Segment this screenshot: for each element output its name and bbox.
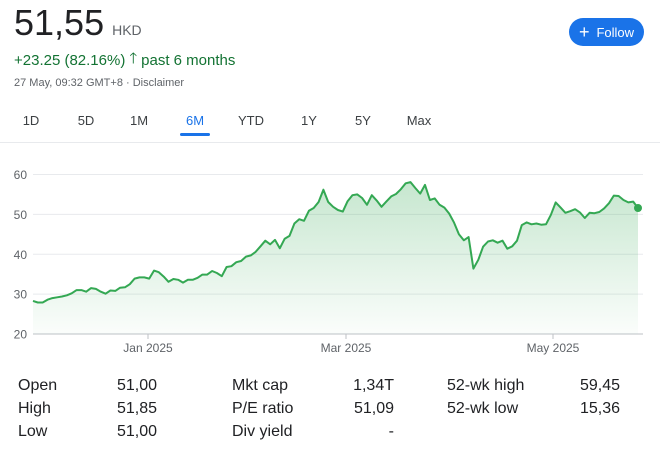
- stat-value-p-e-ratio: 51,09: [353, 400, 394, 417]
- stat-value-open: 51,00: [116, 377, 157, 394]
- change-period: past 6 months: [141, 52, 236, 69]
- tab-6m[interactable]: 6M: [180, 111, 210, 137]
- disclaimer-link[interactable]: Disclaimer: [133, 77, 184, 89]
- tab-5y[interactable]: 5Y: [352, 111, 374, 137]
- y-tick-label: 30: [14, 288, 28, 302]
- x-tick-label: Mar 2025: [321, 341, 372, 355]
- stat-label-52-wk-low: 52-wk low: [447, 400, 519, 417]
- divider: [0, 142, 660, 143]
- stat-label-open: Open: [18, 377, 58, 394]
- price-header: 51,55 HKD: [14, 2, 142, 44]
- stat-label-low: Low: [18, 423, 48, 440]
- tab-1m[interactable]: 1M: [128, 111, 150, 137]
- y-tick-label: 60: [14, 168, 28, 182]
- stat-value-mkt-cap: 1,34T: [353, 377, 394, 394]
- stat-value-52-wk-high: 59,45: [579, 377, 620, 394]
- tab-1y[interactable]: 1Y: [298, 111, 320, 137]
- y-tick-label: 50: [14, 208, 28, 222]
- meta-separator: ·: [126, 77, 130, 89]
- y-tick-label: 40: [14, 248, 28, 262]
- y-tick-label: 20: [14, 328, 28, 342]
- last-price-dot: [634, 203, 642, 212]
- price-chart: 20 30 40 50 60 Jan 2025 Mar 2025 May 2025: [14, 168, 643, 355]
- quote-meta: 27 May, 09:32 GMT+8 · Disclaimer: [14, 77, 184, 89]
- up-arrow-icon: 🡑: [129, 50, 138, 67]
- stat-label-mkt-cap: Mkt cap: [232, 377, 289, 394]
- currency-label: HKD: [112, 22, 142, 38]
- stat-value-high: 51,85: [116, 400, 157, 417]
- price-area: [33, 182, 638, 334]
- price-change: +23.25 (82.16%) 🡑 past 6 months: [14, 48, 235, 73]
- stat-label-p-e-ratio: P/E ratio: [232, 400, 294, 417]
- tab-5d[interactable]: 5D: [75, 111, 97, 137]
- timestamp: 27 May, 09:32 GMT+8: [14, 77, 123, 89]
- plus-icon: +: [578, 22, 590, 42]
- follow-button[interactable]: + Follow: [569, 18, 644, 46]
- stat-value-52-wk-low: 15,36: [579, 400, 620, 417]
- current-price: 51,55: [14, 2, 105, 43]
- stat-label-high: High: [18, 400, 51, 417]
- stat-label-52-wk-high: 52-wk high: [447, 377, 525, 394]
- tab-max[interactable]: Max: [404, 111, 434, 137]
- stat-value-low: 51,00: [116, 423, 157, 440]
- range-tabs: 1D 5D 1M 6M YTD 1Y 5Y Max: [0, 111, 660, 139]
- tab-ytd[interactable]: YTD: [236, 111, 266, 137]
- stat-label-div-yield: Div yield: [232, 423, 293, 440]
- stat-value-div-yield: -: [388, 423, 394, 440]
- follow-label: Follow: [596, 24, 635, 40]
- x-tick-label: May 2025: [527, 341, 580, 355]
- x-tick-label: Jan 2025: [123, 341, 173, 355]
- tab-1d[interactable]: 1D: [20, 111, 42, 137]
- change-value: +23.25 (82.16%): [14, 52, 126, 69]
